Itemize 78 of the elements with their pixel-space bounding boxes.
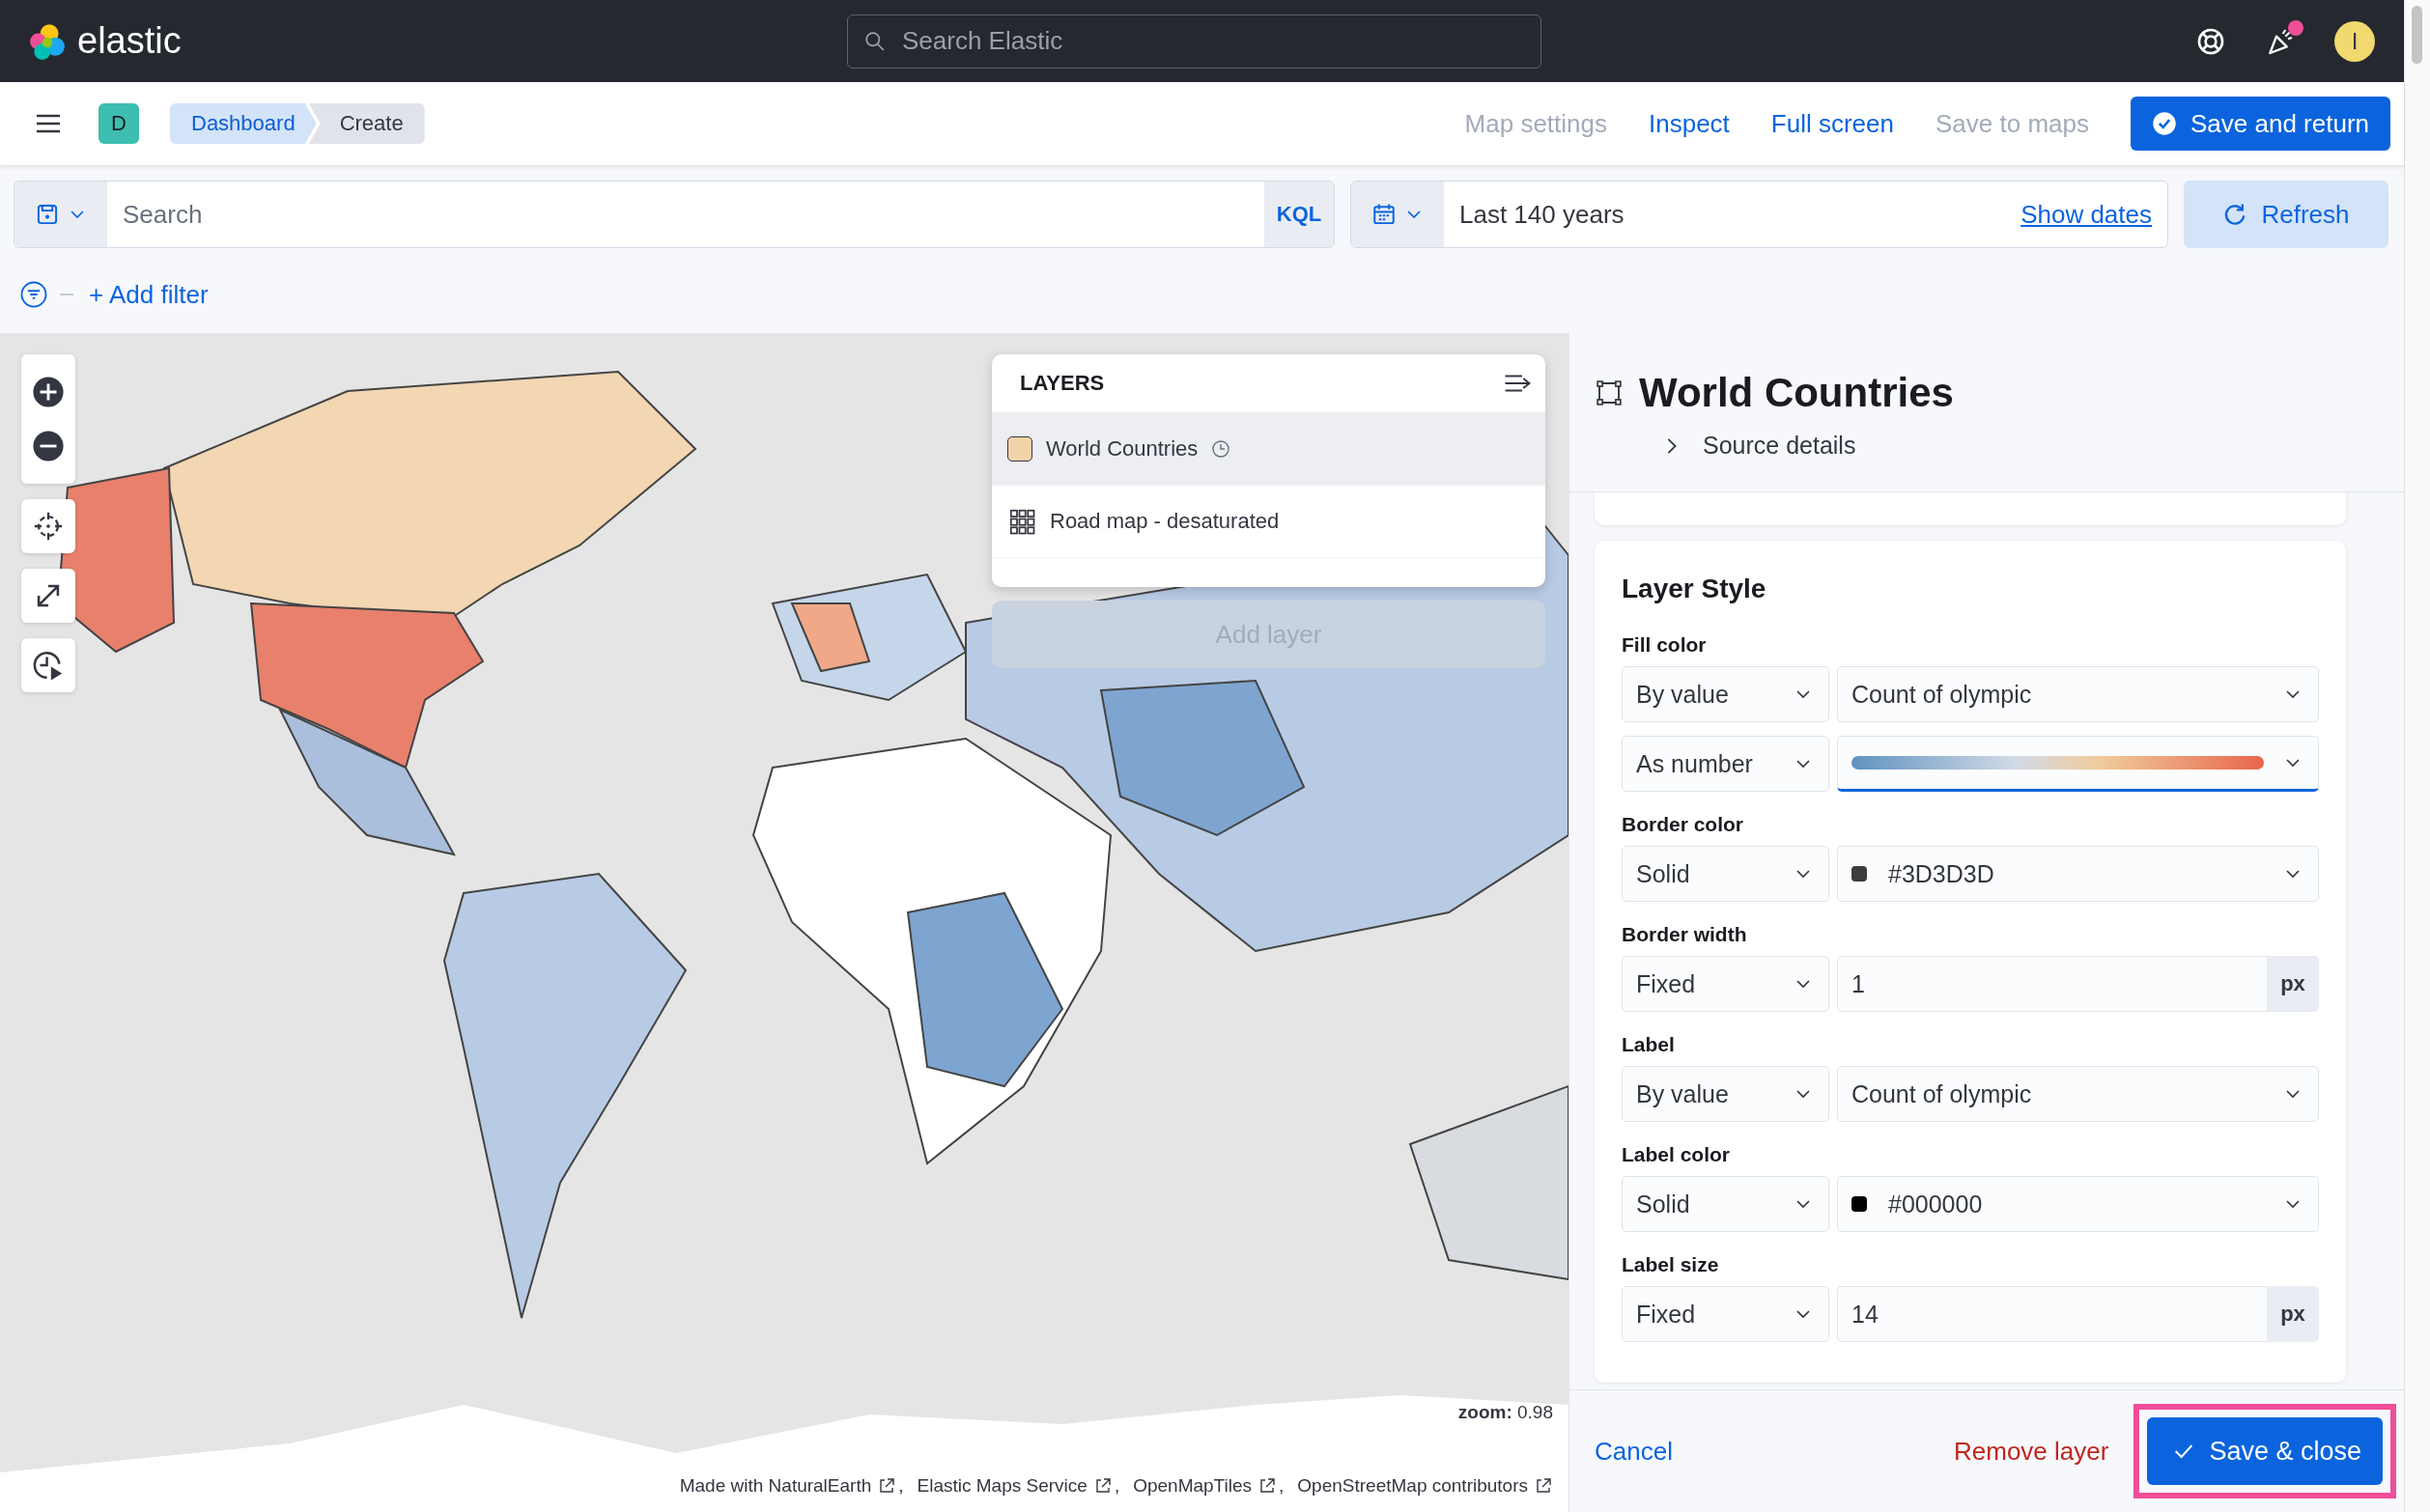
color-select[interactable]: #3D3D3D [1837, 846, 2319, 902]
date-picker-button[interactable] [1351, 182, 1444, 247]
fit-bounds-button[interactable] [21, 569, 75, 623]
mode-select[interactable]: By value [1622, 1066, 1829, 1122]
separator-text: , [1279, 1475, 1285, 1497]
window-scrollbar[interactable] [2404, 0, 2430, 1512]
timeslider-button[interactable] [21, 638, 75, 692]
field-label: Border color [1622, 813, 1745, 836]
external-link-icon[interactable] [1534, 1476, 1553, 1496]
layers-title: LAYERS [1020, 371, 1105, 396]
header-link[interactable]: Full screen [1770, 108, 1894, 139]
attribution-link[interactable]: OpenMapTiles [1133, 1475, 1253, 1497]
clock-play-icon [32, 649, 65, 682]
zoom-out-icon[interactable] [32, 430, 65, 462]
zoom-level-text: zoom: 0.98 [1457, 1402, 1553, 1423]
date-range-bar[interactable]: Last 140 years Show dates [1350, 181, 2168, 248]
clock-icon [1211, 439, 1231, 459]
layer-item[interactable]: Road map - desaturated [992, 485, 1545, 557]
external-link-icon[interactable] [1257, 1476, 1278, 1496]
space-avatar[interactable]: D [99, 103, 139, 144]
mode-select[interactable]: Solid [1622, 846, 1829, 902]
query-bar[interactable]: Search KQL [14, 181, 1335, 248]
filter-icon[interactable] [19, 280, 48, 309]
search-icon [864, 30, 886, 52]
header-link[interactable]: Inspect [1649, 108, 1730, 139]
cancel-link[interactable]: Cancel [1595, 1436, 1673, 1467]
save-icon [35, 202, 60, 227]
field-label: Label color [1622, 1143, 1732, 1166]
attribution-link[interactable]: OpenStreetMap contributors [1297, 1475, 1528, 1497]
color-swatch [1851, 1196, 1867, 1212]
color-select[interactable]: #000000 [1837, 1176, 2319, 1232]
separator-text: , [898, 1475, 904, 1497]
external-link-icon[interactable] [877, 1476, 897, 1496]
mode-select[interactable]: As number [1622, 736, 1829, 792]
mode-select[interactable]: Fixed [1622, 1286, 1829, 1342]
crosshair-icon [32, 510, 65, 543]
check-circle-icon [2152, 111, 2177, 136]
mode-select[interactable]: Solid [1622, 1176, 1829, 1232]
color-ramp-select[interactable] [1837, 736, 2319, 792]
separator-text: , [1114, 1475, 1120, 1497]
unit-text: px [2267, 1286, 2319, 1342]
save-and-return-button[interactable]: Save and return [2131, 97, 2390, 151]
global-search-field[interactable]: Search Elastic [847, 14, 1541, 69]
calendar-icon [1371, 202, 1397, 227]
breadcrumb[interactable]: Dashboard [170, 103, 317, 144]
layer-item[interactable]: World Countries [992, 412, 1545, 485]
color-swatch [1851, 866, 1867, 882]
breadcrumb[interactable]: Create [308, 103, 425, 144]
remove-layer-link[interactable]: Remove layer [1954, 1436, 2109, 1467]
layer-title: World Countries [1639, 370, 1954, 416]
time-range-text: Last 140 years [1458, 198, 1625, 231]
saved-query-button[interactable] [14, 182, 107, 247]
refresh-button[interactable]: Refresh [2184, 181, 2388, 248]
logo-text[interactable]: elastic [77, 20, 182, 62]
polygon-layer-icon [1595, 378, 1624, 407]
field-label: Fill color [1622, 633, 1708, 657]
field-select[interactable]: Count of olympic [1837, 666, 2319, 722]
number-field[interactable]: 1 [1837, 956, 2267, 1012]
zoom-in-icon[interactable] [32, 376, 65, 408]
source-details-toggle[interactable]: Source details [1660, 432, 1856, 460]
query-language-button[interactable]: KQL [1264, 182, 1334, 247]
field-label: Label [1622, 1033, 1676, 1056]
add-filter-button[interactable]: + Add filter [89, 279, 209, 310]
user-avatar[interactable]: I [2334, 20, 2375, 62]
field-label: Label size [1622, 1253, 1720, 1276]
grid-icon [1007, 507, 1036, 536]
mode-select[interactable]: By value [1622, 666, 1829, 722]
field-select[interactable]: Count of olympic [1837, 1066, 2319, 1122]
attribution-link[interactable]: Made with NaturalEarth [679, 1475, 872, 1497]
field-label: Border width [1622, 923, 1748, 946]
attribution-link[interactable]: Elastic Maps Service [917, 1475, 1088, 1497]
unit-text: px [2267, 956, 2319, 1012]
section-title: Layer Style [1622, 574, 1767, 604]
locate-button[interactable] [21, 499, 75, 553]
mode-select[interactable]: Fixed [1622, 956, 1829, 1012]
save-and-close-button[interactable]: Save & close [2147, 1417, 2383, 1485]
show-dates-link[interactable]: Show dates [2005, 182, 2167, 247]
number-field[interactable]: 14 [1837, 1286, 2267, 1342]
